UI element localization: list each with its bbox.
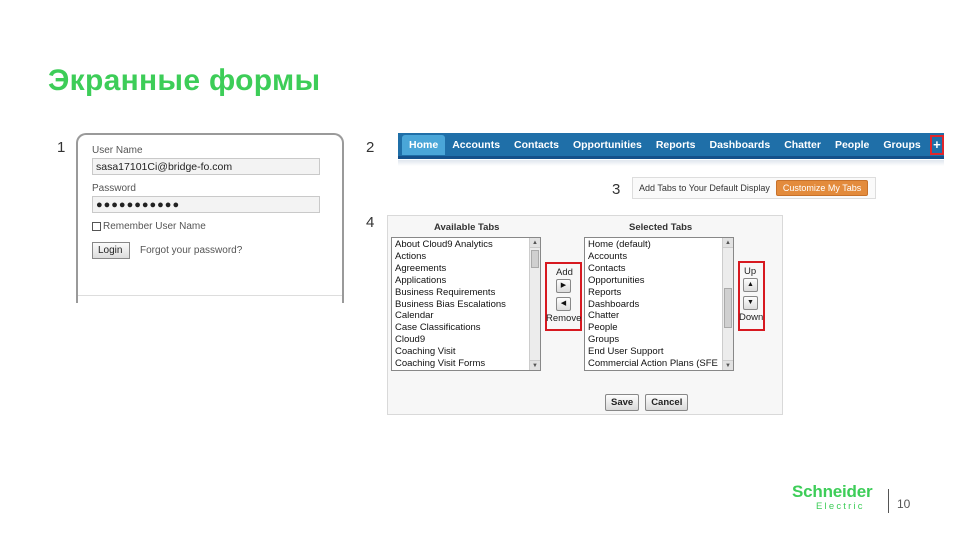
list-item[interactable]: Case Classifications [395, 322, 528, 334]
selected-tabs-list[interactable]: Home (default) Accounts Contacts Opportunit… [584, 237, 734, 371]
page-number: 10 [897, 497, 911, 511]
forgot-password-link[interactable]: Forgot your password? [140, 245, 242, 256]
tab-reports[interactable]: Reports [649, 135, 703, 155]
tab-people[interactable]: People [828, 135, 876, 155]
scroll-up-icon[interactable]: ▲ [723, 238, 733, 248]
up-arrow-icon[interactable]: ▲ [743, 278, 758, 292]
list-item[interactable]: Agreements [395, 263, 528, 275]
tab-opportunities[interactable]: Opportunities [566, 135, 649, 155]
list-item[interactable]: Business Bias Escalations [395, 299, 528, 311]
marker-2: 2 [366, 139, 375, 156]
available-scrollbar[interactable]: ▲ ▼ [529, 238, 540, 370]
schneider-electric-logo: Schneider Electric [792, 483, 887, 513]
remember-checkbox[interactable] [92, 222, 101, 231]
down-arrow-icon[interactable]: ▼ [743, 296, 758, 310]
marker-4: 4 [366, 214, 375, 231]
selected-tabs-heading: Selected Tabs [629, 222, 693, 233]
list-item[interactable]: Calendar [395, 310, 528, 322]
scroll-thumb[interactable] [724, 288, 732, 328]
list-item[interactable]: Applications [395, 275, 528, 287]
list-item[interactable]: Coaching Visit Forms [395, 358, 528, 370]
list-item[interactable]: Coaching Visit [395, 346, 528, 358]
available-tabs-list[interactable]: About Cloud9 Analytics Actions Agreements A… [391, 237, 541, 371]
customize-text: Add Tabs to Your Default Display [639, 183, 770, 193]
list-item[interactable]: Accounts [588, 251, 721, 263]
list-item[interactable]: Cloud9 [395, 334, 528, 346]
scroll-down-icon[interactable]: ▼ [530, 360, 540, 370]
tab-contacts[interactable]: Contacts [507, 135, 566, 155]
password-label: Password [92, 183, 136, 194]
tab-bar-shadow [398, 160, 944, 166]
add-label: Add [556, 267, 573, 278]
tab-groups[interactable]: Groups [876, 135, 927, 155]
tab-chatter[interactable]: Chatter [777, 135, 828, 155]
username-label: User Name [92, 145, 143, 156]
list-item[interactable]: Groups [588, 334, 721, 346]
remove-label: Remove [546, 313, 582, 324]
marker-1: 1 [57, 139, 66, 156]
list-item[interactable]: Contacts [588, 263, 721, 275]
logo-name: Schneider [792, 482, 873, 501]
login-button[interactable]: Login [92, 242, 130, 259]
logo-divider [888, 489, 889, 513]
available-tabs-heading: Available Tabs [434, 222, 500, 233]
remove-arrow-icon[interactable]: ◀ [556, 297, 571, 311]
password-input[interactable]: ●●●●●●●●●●● [92, 196, 320, 213]
scroll-up-icon[interactable]: ▲ [530, 238, 540, 248]
scroll-thumb[interactable] [531, 250, 539, 268]
customize-my-tabs-button[interactable]: Customize My Tabs [775, 180, 869, 196]
tab-bar: Home Accounts Contacts Opportunities Rep… [398, 133, 944, 159]
username-input[interactable]: sasa17101Ci@bridge-fo.com [92, 158, 320, 175]
customize-tabs-strip: Add Tabs to Your Default Display Customi… [632, 177, 876, 199]
list-item[interactable]: Home (default) [588, 239, 721, 251]
add-arrow-icon[interactable]: ▶ [556, 279, 571, 293]
list-item[interactable]: Business Requirements [395, 287, 528, 299]
tab-dashboards[interactable]: Dashboards [703, 135, 778, 155]
tab-accounts[interactable]: Accounts [445, 135, 507, 155]
list-item[interactable]: Opportunities [588, 275, 721, 287]
list-item[interactable]: Reports [588, 287, 721, 299]
list-item[interactable]: Chatter [588, 310, 721, 322]
tab-selector-panel: Available Tabs Selected Tabs About Cloud… [387, 215, 783, 415]
list-item[interactable]: End User Support [588, 346, 721, 358]
list-item[interactable]: Commercial Action Plans (SFE [588, 358, 721, 370]
slide-title: Экранные формы [48, 64, 321, 97]
all-tabs-plus-button[interactable]: + [929, 134, 944, 155]
login-divider [78, 295, 342, 296]
list-item[interactable]: People [588, 322, 721, 334]
selected-scrollbar[interactable]: ▲ ▼ [722, 238, 733, 370]
list-item[interactable]: About Cloud9 Analytics [395, 239, 528, 251]
marker-3: 3 [612, 181, 621, 198]
save-button[interactable]: Save [605, 394, 640, 411]
list-item[interactable]: Actions [395, 251, 528, 263]
list-item[interactable]: Dashboards [588, 299, 721, 311]
scroll-down-icon[interactable]: ▼ [723, 360, 733, 370]
remember-label: Remember User Name [103, 221, 206, 232]
cancel-button[interactable]: Cancel [645, 394, 689, 411]
up-label: Up [744, 266, 757, 277]
login-panel: User Name sasa17101Ci@bridge-fo.com Pass… [76, 133, 344, 303]
logo-sub: Electric [816, 501, 865, 512]
tab-home[interactable]: Home [402, 134, 446, 155]
down-label: Down [739, 312, 764, 323]
